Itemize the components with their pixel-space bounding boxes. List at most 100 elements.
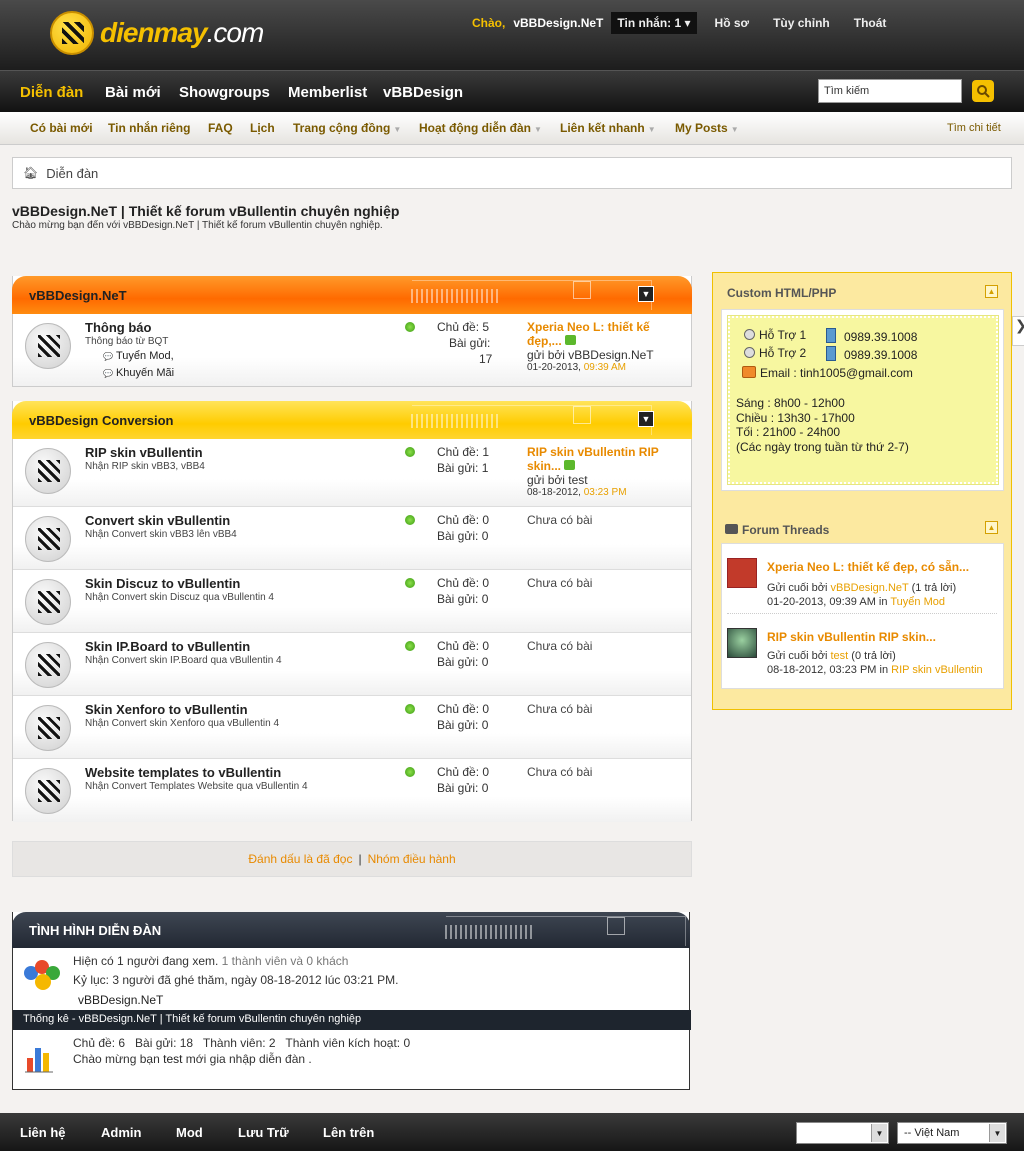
online-prefix: Hiện có	[73, 954, 114, 968]
thread-forum-link[interactable]: RIP skin vBullentin	[891, 664, 983, 676]
thread-title[interactable]: RIP skin vBullentin RIP skin...	[767, 630, 936, 644]
thread-author[interactable]: vBBDesign.NeT	[831, 582, 909, 594]
forum-title[interactable]: RIP skin vBullentin	[85, 445, 203, 460]
thread-count: Chủ đề: 5	[437, 320, 490, 334]
subnav-my-posts[interactable]: My Posts ▼	[675, 121, 739, 135]
category-title[interactable]: vBBDesign Conversion	[29, 413, 173, 428]
collapse-icon[interactable]: ▼	[638, 286, 654, 302]
last-post-by-label: gửi bởi	[527, 473, 565, 487]
home-icon[interactable]: 🏠︎	[23, 166, 38, 180]
footer-admin-link[interactable]: Admin	[101, 1125, 141, 1140]
chat-status-icon[interactable]	[744, 329, 755, 340]
forum-title[interactable]: Skin Discuz to vBullentin	[85, 576, 240, 591]
collapse-icon[interactable]: ▲	[985, 521, 998, 534]
thread-date-line: 08-18-2012, 03:23 PM in RIP skin vBullen…	[767, 664, 983, 676]
collapse-icon[interactable]: ▲	[985, 285, 998, 298]
thread-count: Chủ đề: 0	[437, 513, 490, 527]
collapse-icon[interactable]: ▼	[638, 411, 654, 427]
forum-title[interactable]: Thông báo	[85, 320, 151, 335]
subnav-community-label: Trang cộng đồng	[293, 121, 391, 135]
last-post-author[interactable]: vBBDesign.NeT	[568, 348, 653, 362]
custom-block: Hỗ Trợ 1 0989.39.1008 Hỗ Trợ 2 0989.39.1…	[721, 309, 1004, 491]
staff-link[interactable]: Nhóm điều hành	[368, 852, 456, 866]
forum-title[interactable]: Convert skin vBullentin	[85, 513, 230, 528]
chat-status-icon[interactable]	[744, 347, 755, 358]
subnav-calendar[interactable]: Lịch	[250, 121, 275, 135]
breadcrumb-forum[interactable]: Diễn đàn	[46, 166, 98, 181]
footer-top-link[interactable]: Lên trên	[323, 1125, 374, 1140]
logout-link[interactable]: Thoát	[854, 16, 887, 30]
logo-text: dienmay	[100, 17, 208, 48]
support-box: Hỗ Trợ 1 0989.39.1008 Hỗ Trợ 2 0989.39.1…	[727, 315, 999, 485]
forum-title[interactable]: Skin Xenforo to vBullentin	[85, 702, 248, 717]
footer-contact-link[interactable]: Liên hệ	[20, 1125, 66, 1140]
support-label: Hỗ Trợ 1	[759, 328, 807, 342]
newest-member-link[interactable]: test	[163, 1052, 182, 1066]
online-detail: 1 thành viên và 0 khách	[221, 954, 349, 968]
nav-tab-new-posts[interactable]: Bài mới	[105, 84, 161, 101]
profile-link[interactable]: Hồ sơ	[715, 16, 750, 30]
chevron-down-icon: ▼	[871, 1124, 887, 1142]
thread-author[interactable]: test	[831, 650, 849, 662]
settings-link[interactable]: Tùy chỉnh	[773, 16, 830, 30]
thread-date-line: 01-20-2013, 09:39 AM in Tuyển Mod	[767, 596, 945, 608]
last-post-title[interactable]: RIP skin vBullentin RIP skin...	[527, 445, 659, 473]
thread-forum-link[interactable]: Tuyển Mod	[890, 596, 945, 608]
category-title[interactable]: vBBDesign.NeT	[29, 288, 127, 303]
last-post: Chưa có bài	[527, 702, 677, 716]
nav-tab-memberlist[interactable]: Memberlist	[288, 84, 367, 101]
thread-count: Chủ đề: 0	[437, 576, 490, 590]
forum-title[interactable]: Skin IP.Board to vBullentin	[85, 639, 250, 654]
logo-ball-icon	[50, 11, 94, 55]
nav-tab-forum[interactable]: Diễn đàn	[20, 84, 83, 101]
forum-title[interactable]: Website templates to vBullentin	[85, 765, 281, 780]
forum-status-icon	[25, 768, 71, 814]
subnav-new-posts[interactable]: Có bài mới	[30, 121, 93, 135]
site-header: dienmay.com Chào, vBBDesign.NeT Tin nhắn…	[0, 0, 1024, 70]
mark-read-link[interactable]: Đánh dấu là đã đọc	[248, 852, 352, 866]
footer-mod-link[interactable]: Mod	[176, 1125, 203, 1140]
nav-tab-showgroups[interactable]: Showgroups	[179, 84, 270, 101]
thread-title[interactable]: Xperia Neo L: thiết kế đẹp, có sẵn...	[767, 560, 969, 574]
chevron-right-icon[interactable]: ❯	[1012, 316, 1024, 346]
search-button[interactable]	[972, 80, 994, 102]
messages-dropdown[interactable]: Tin nhắn: 1 ▾	[611, 12, 697, 34]
thread-item: RIP skin vBullentin RIP skin... Gửi cuối…	[727, 628, 997, 682]
last-post-by-label: gửi bởi	[527, 348, 565, 362]
sub-nav: Có bài mới Tin nhắn riêng FAQ Lịch Trang…	[0, 112, 1024, 145]
footer-archive-link[interactable]: Lưu Trữ	[238, 1125, 289, 1140]
style-select[interactable]: ▼	[796, 1122, 889, 1144]
forum-threads-icon	[725, 524, 738, 534]
language-select[interactable]: -- Việt Nam ▼	[897, 1122, 1007, 1144]
site-logo[interactable]: dienmay.com	[50, 11, 264, 55]
subnav-community[interactable]: Trang cộng đồng ▼	[293, 121, 401, 135]
last-post-author[interactable]: test	[568, 473, 587, 487]
forum-stats: TÌNH HÌNH DIỄN ĐÀN Hiện có 1 người đang …	[12, 912, 691, 1090]
forum-status-icon	[25, 448, 71, 494]
online-user-link[interactable]: vBBDesign.NeT	[78, 993, 163, 1007]
username-link[interactable]: vBBDesign.NeT	[513, 16, 603, 30]
breadcrumb: 🏠︎ Diễn đàn	[12, 157, 1012, 189]
custom-block-title: Custom HTML/PHP	[727, 286, 837, 300]
caret-down-icon: ▼	[647, 125, 656, 134]
subnav-private-messages[interactable]: Tin nhắn riêng	[108, 121, 190, 135]
caret-down-icon: ▼	[730, 125, 739, 134]
subforum-link[interactable]: Tuyển Mod,	[103, 350, 174, 362]
circuit-decoration	[411, 280, 652, 310]
nav-tab-vbbdesign[interactable]: vBBDesign	[383, 84, 463, 101]
welcome-prefix: Chào mừng bạn	[73, 1052, 160, 1066]
subforum-link[interactable]: Khuyến Mãi	[103, 367, 174, 379]
subnav-forum-actions[interactable]: Hoạt động diễn đàn ▼	[419, 121, 542, 135]
go-to-post-icon[interactable]	[564, 460, 576, 470]
forum-row: Convert skin vBullentin Nhận Convert ski…	[13, 507, 691, 570]
go-to-post-icon[interactable]	[564, 335, 576, 345]
last-post-title[interactable]: Xperia Neo L: thiết kế đẹp,...	[527, 320, 650, 348]
search-input[interactable]: Tìm kiếm	[818, 79, 962, 103]
last-post-time: 03:23 PM	[583, 487, 627, 498]
online-count-link[interactable]: 1 người đang xem.	[117, 954, 218, 968]
advanced-search-link[interactable]: Tìm chi tiết	[947, 122, 1001, 134]
subnav-faq[interactable]: FAQ	[208, 121, 233, 135]
forum-description: Nhận Convert Templates Website qua vBull…	[85, 781, 308, 792]
subnav-quick-links[interactable]: Liên kết nhanh ▼	[560, 121, 656, 135]
circuit-decoration	[411, 405, 652, 435]
